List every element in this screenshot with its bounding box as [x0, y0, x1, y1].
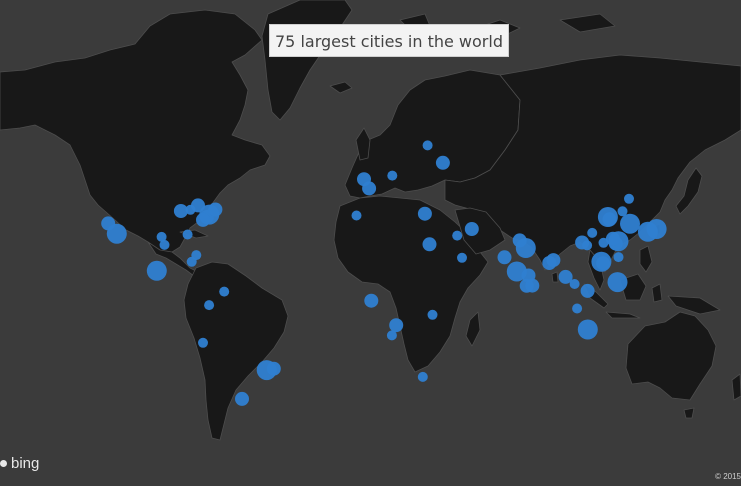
- city-marker[interactable]: [364, 293, 379, 308]
- city-marker[interactable]: [596, 256, 611, 271]
- city-marker[interactable]: [464, 222, 479, 236]
- tasmania: [683, 407, 695, 419]
- city-marker[interactable]: [582, 240, 593, 251]
- city-marker[interactable]: [620, 213, 640, 234]
- city-marker[interactable]: [387, 170, 398, 181]
- city-marker[interactable]: [208, 202, 223, 217]
- city-marker[interactable]: [186, 256, 197, 267]
- city-marker[interactable]: [602, 212, 617, 227]
- city-marker[interactable]: [613, 252, 624, 263]
- city-marker[interactable]: [386, 330, 397, 341]
- map-title: 75 largest cities in the world: [269, 24, 509, 57]
- bing-logo-text: bing: [11, 455, 40, 472]
- city-marker[interactable]: [185, 204, 196, 215]
- city-marker[interactable]: [417, 206, 432, 221]
- city-marker[interactable]: [569, 279, 580, 289]
- map-canvas[interactable]: [0, 0, 741, 486]
- world-map[interactable]: 75 largest cities in the world bing © 20…: [0, 0, 741, 486]
- map-copyright: © 2015 N: [715, 472, 741, 481]
- city-marker[interactable]: [497, 250, 512, 265]
- city-marker[interactable]: [389, 318, 404, 333]
- city-marker[interactable]: [417, 371, 428, 382]
- city-marker[interactable]: [637, 221, 658, 242]
- city-marker[interactable]: [422, 140, 433, 151]
- city-marker[interactable]: [515, 238, 536, 258]
- city-marker[interactable]: [607, 272, 628, 293]
- city-marker[interactable]: [204, 300, 215, 311]
- city-marker[interactable]: [572, 303, 583, 314]
- city-marker[interactable]: [182, 229, 193, 240]
- city-marker[interactable]: [422, 237, 437, 252]
- city-marker[interactable]: [624, 193, 634, 204]
- city-marker[interactable]: [457, 252, 467, 263]
- city-marker[interactable]: [106, 223, 127, 244]
- city-marker[interactable]: [587, 227, 598, 238]
- city-marker[interactable]: [525, 278, 540, 293]
- city-marker[interactable]: [156, 231, 167, 242]
- city-marker[interactable]: [546, 253, 561, 268]
- city-marker[interactable]: [235, 391, 249, 406]
- city-marker[interactable]: [196, 212, 210, 227]
- bing-logo[interactable]: bing: [0, 455, 39, 472]
- city-marker[interactable]: [452, 230, 463, 241]
- city-marker[interactable]: [351, 210, 362, 221]
- city-marker[interactable]: [362, 181, 377, 196]
- city-marker[interactable]: [219, 286, 230, 297]
- city-marker[interactable]: [577, 319, 598, 340]
- city-marker[interactable]: [198, 337, 208, 348]
- city-marker[interactable]: [146, 260, 167, 281]
- city-marker[interactable]: [435, 155, 450, 170]
- city-marker[interactable]: [580, 283, 595, 298]
- city-marker[interactable]: [427, 309, 438, 320]
- sri-lanka: [551, 271, 559, 283]
- city-marker[interactable]: [605, 231, 620, 246]
- city-marker[interactable]: [266, 361, 281, 376]
- bing-logo-dot-icon: [0, 460, 7, 467]
